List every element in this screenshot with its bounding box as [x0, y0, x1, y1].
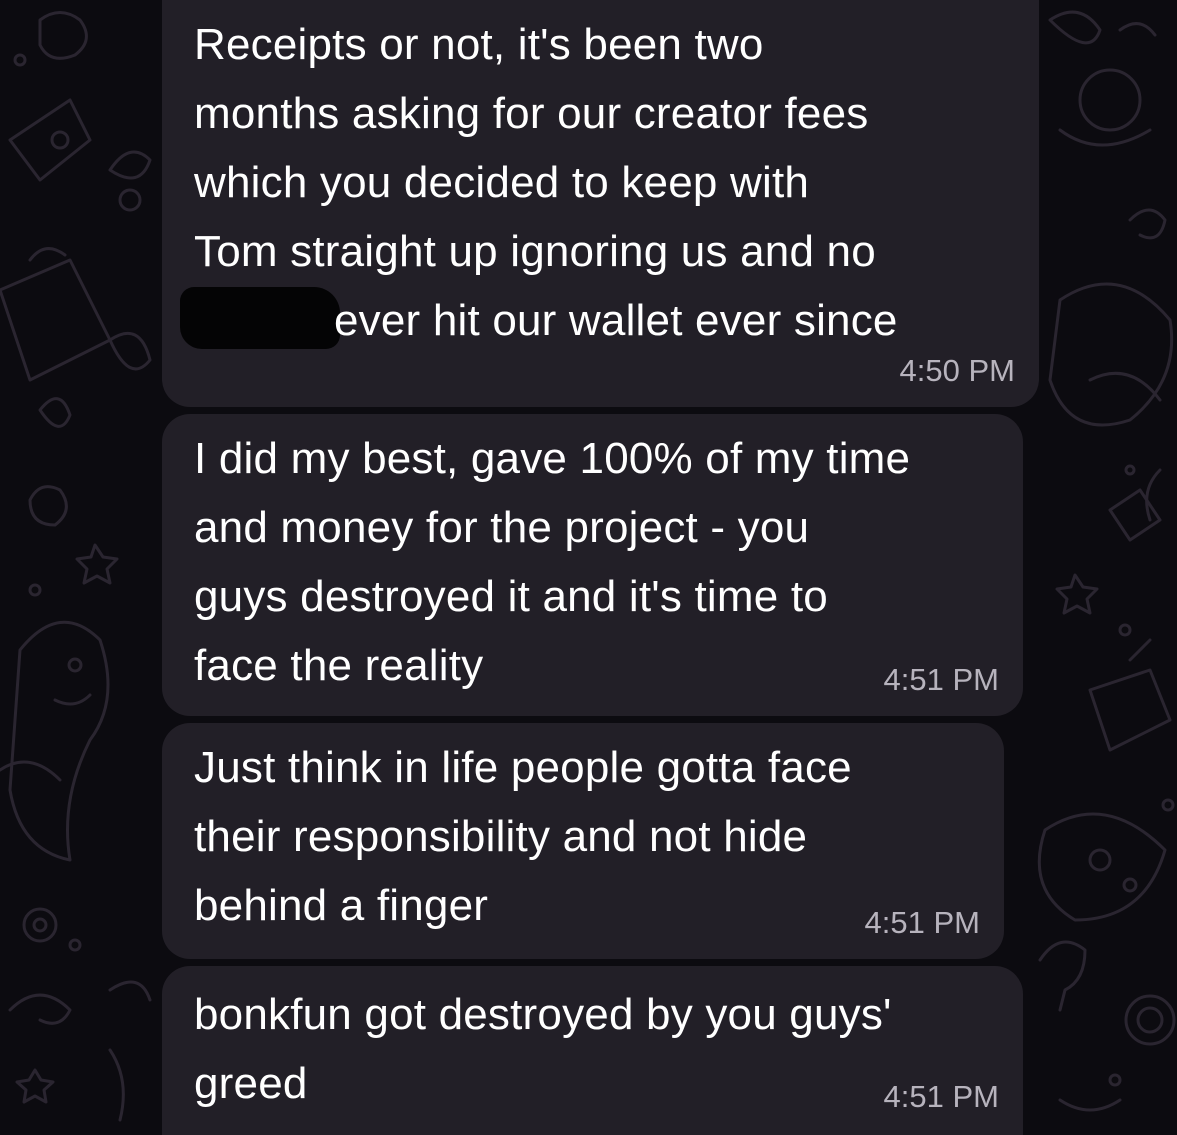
message-timestamp: 4:51 PM [883, 662, 999, 697]
message-line: Just think in life people gotta face [194, 743, 852, 792]
message-line: greed [194, 1059, 308, 1108]
message-line: behind a finger [194, 881, 489, 930]
message-bubble-4[interactable]: bonkfun got destroyed by you guys' greed… [162, 966, 1023, 1135]
message-line-redacted: ever hit our wallet ever since [180, 286, 1015, 355]
message-timestamp: 4:50 PM [899, 353, 1015, 388]
message-line: face the reality [194, 641, 484, 690]
message-line: guys destroyed it and it's time to [194, 572, 828, 621]
message-text: bonkfun got destroyed by you guys' greed [194, 980, 999, 1118]
message-text: Receipts or not, it's been two months as… [180, 10, 1015, 355]
message-timestamp: 4:51 PM [864, 905, 980, 940]
message-line: months asking for our creator fees [194, 89, 869, 138]
message-line: and money for the project - you [194, 503, 810, 552]
message-line: I did my best, gave 100% of my time [194, 434, 911, 483]
message-line-text: ever hit our wallet ever since [334, 296, 898, 345]
message-text: I did my best, gave 100% of my time and … [194, 424, 999, 700]
message-bubble-3[interactable]: Just think in life people gotta face the… [162, 723, 1004, 959]
message-bubble-2[interactable]: I did my best, gave 100% of my time and … [162, 414, 1023, 716]
message-line: bonkfun got destroyed by you guys' [194, 990, 892, 1039]
message-line: Receipts or not, it's been two [194, 20, 764, 69]
redaction-mark [180, 287, 340, 349]
message-text: Just think in life people gotta face the… [194, 733, 980, 940]
message-line: Tom straight up ignoring us and no [194, 227, 876, 276]
message-bubble-1[interactable]: Receipts or not, it's been two months as… [162, 0, 1039, 407]
message-line: their responsibility and not hide [194, 812, 808, 861]
message-timestamp: 4:51 PM [883, 1079, 999, 1114]
message-line: which you decided to keep with [194, 158, 810, 207]
